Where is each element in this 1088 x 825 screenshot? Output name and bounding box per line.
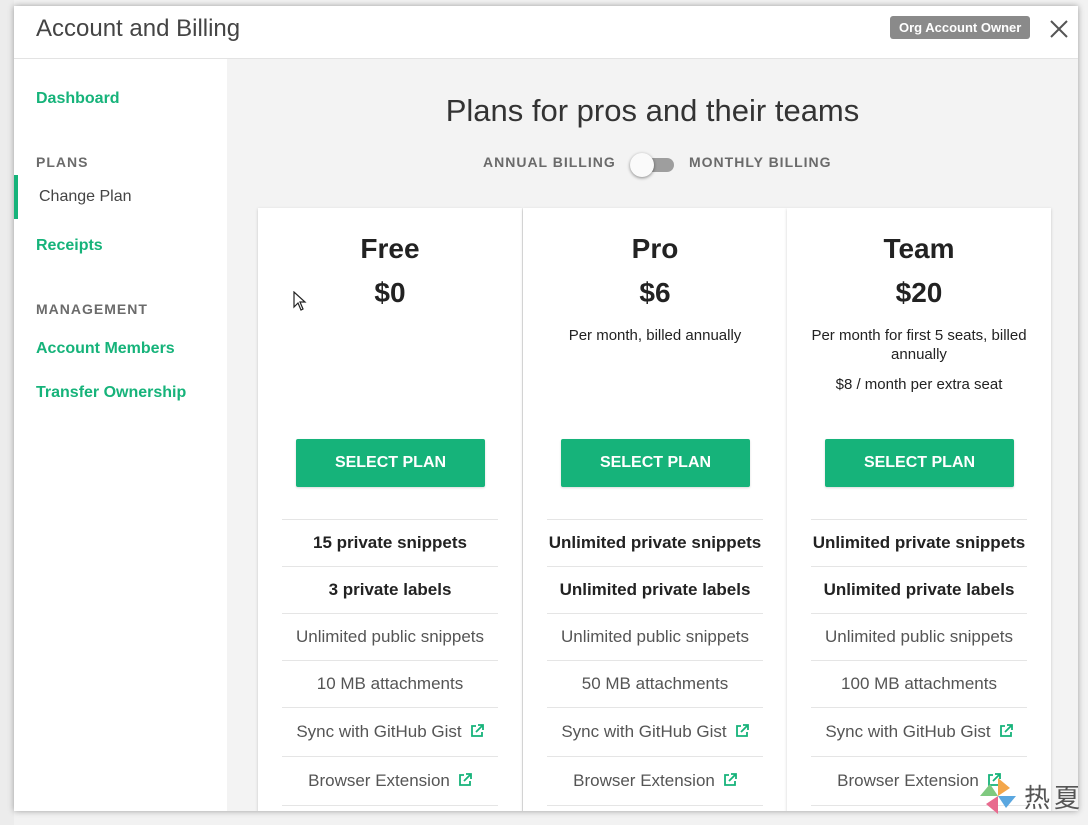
close-icon[interactable] — [1046, 16, 1072, 42]
external-link-icon — [458, 773, 472, 786]
billing-toggle[interactable] — [630, 152, 674, 178]
watermark-logo: 热夏 — [976, 772, 1086, 822]
select-plan-button[interactable]: SELECT PLAN — [561, 439, 750, 487]
toggle-knob — [630, 153, 654, 177]
annual-billing-label: ANNUAL BILLING — [483, 154, 616, 170]
feature-item-link[interactable]: Sync with GitHub Gist — [282, 708, 498, 757]
plan-name: Team — [883, 233, 955, 264]
sidebar-item-label: Change Plan — [39, 188, 132, 205]
feature-label: Browser Extension — [837, 771, 979, 790]
feature-item: Unlimited private labels — [811, 567, 1027, 614]
feature-item: Unlimited public snippets — [811, 614, 1027, 661]
external-link-icon — [999, 724, 1013, 737]
feature-item-link[interactable]: Browser Extension — [547, 757, 763, 806]
sidebar-item-receipts[interactable]: Receipts — [36, 237, 103, 255]
plan-extra-seat-price: $8 / month per extra seat — [835, 376, 1003, 393]
feature-list: 15 private snippets 3 private labels Unl… — [282, 519, 498, 806]
feature-item: 3 private labels — [282, 567, 498, 614]
account-billing-dialog: Account and Billing Org Account Owner Da… — [14, 6, 1078, 811]
feature-item: 100 MB attachments — [811, 661, 1027, 708]
feature-item: 10 MB attachments — [282, 661, 498, 708]
mouse-cursor-icon — [293, 291, 307, 311]
sidebar-item-transfer-ownership[interactable]: Transfer Ownership — [36, 384, 186, 402]
feature-label: Sync with GitHub Gist — [561, 722, 727, 741]
feature-item: Unlimited private labels — [547, 567, 763, 614]
feature-item: Unlimited private snippets — [811, 520, 1027, 567]
role-badge: Org Account Owner — [890, 16, 1031, 39]
dialog-title: Account and Billing — [36, 15, 241, 42]
plan-price: $20 — [895, 277, 943, 308]
plans-panel: Plans for pros and their teams ANNUAL BI… — [227, 59, 1078, 811]
sidebar-section-management: MANAGEMENT — [36, 301, 148, 317]
select-plan-button[interactable]: SELECT PLAN — [296, 439, 485, 487]
feature-label: Browser Extension — [573, 771, 715, 790]
plan-description: Per month for first 5 seats, billed annu… — [811, 327, 1027, 363]
feature-label: Sync with GitHub Gist — [825, 722, 991, 741]
feature-item: 50 MB attachments — [547, 661, 763, 708]
feature-label: Sync with GitHub Gist — [296, 722, 462, 741]
sidebar-item-change-plan[interactable]: Change Plan — [14, 175, 227, 219]
feature-item-link[interactable]: Sync with GitHub Gist — [811, 708, 1027, 757]
plan-card-team: Team $20 Per month for first 5 seats, bi… — [787, 208, 1051, 811]
feature-item-link[interactable]: Browser Extension — [282, 757, 498, 806]
pinwheel-icon — [980, 778, 1016, 814]
feature-list: Unlimited private snippets Unlimited pri… — [811, 519, 1027, 806]
dialog-header: Account and Billing Org Account Owner — [14, 6, 1078, 59]
feature-item-link[interactable]: Sync with GitHub Gist — [547, 708, 763, 757]
plan-name: Free — [360, 233, 420, 264]
sidebar: Dashboard PLANS Change Plan Receipts MAN… — [14, 59, 227, 811]
feature-item: 15 private snippets — [282, 520, 498, 567]
sidebar-item-dashboard[interactable]: Dashboard — [36, 90, 120, 108]
external-link-icon — [470, 724, 484, 737]
background-window-edge — [0, 0, 14, 825]
feature-list: Unlimited private snippets Unlimited pri… — [547, 519, 763, 806]
plan-card-pro: Pro $6 Per month, billed annually SELECT… — [523, 208, 787, 811]
page-title: Plans for pros and their teams — [445, 93, 860, 128]
plan-price: $6 — [639, 277, 671, 308]
select-plan-button[interactable]: SELECT PLAN — [825, 439, 1014, 487]
monthly-billing-label: MONTHLY BILLING — [689, 154, 832, 170]
sidebar-item-account-members[interactable]: Account Members — [36, 340, 175, 358]
plan-description: Per month, billed annually — [568, 327, 742, 344]
sidebar-section-plans: PLANS — [36, 154, 89, 170]
feature-item: Unlimited public snippets — [282, 614, 498, 661]
feature-label: Browser Extension — [308, 771, 450, 790]
external-link-icon — [735, 724, 749, 737]
external-link-icon — [723, 773, 737, 786]
plan-name: Pro — [631, 233, 679, 264]
feature-item: Unlimited private snippets — [547, 520, 763, 567]
feature-item: Unlimited public snippets — [547, 614, 763, 661]
watermark-text: 热夏 — [1024, 784, 1085, 814]
